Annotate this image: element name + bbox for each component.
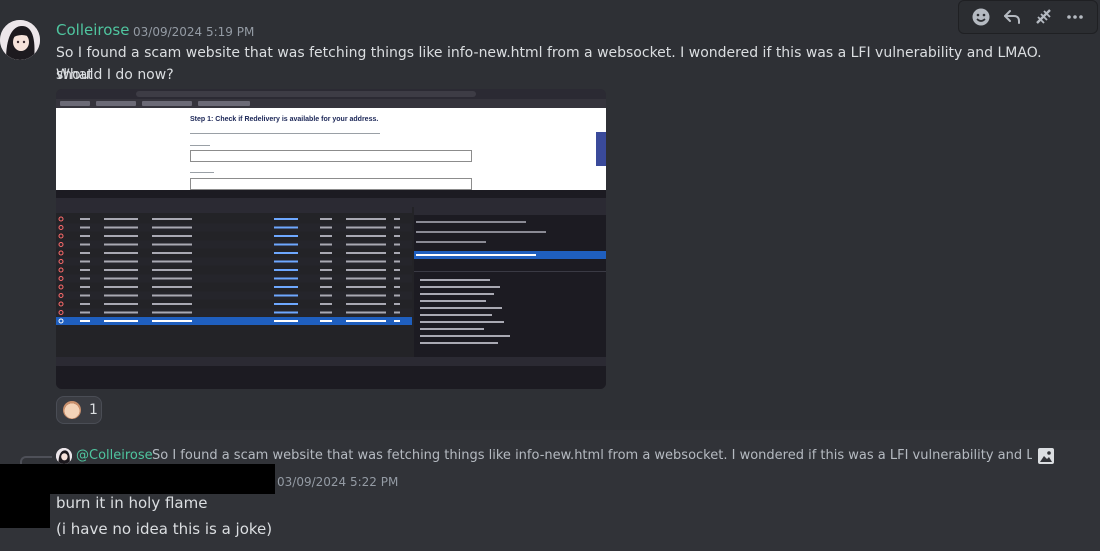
redacted-username bbox=[0, 464, 275, 494]
message-text-line-1: So I found a scam website that was fetch… bbox=[56, 45, 1042, 83]
bookmarks-bar bbox=[56, 99, 606, 108]
redacted-avatar bbox=[0, 494, 50, 528]
reply-preview[interactable]: So I found a scam website that was fetch… bbox=[152, 448, 1032, 463]
reaction-count: 1 bbox=[89, 402, 98, 418]
message-timestamp-2: 03/09/2024 5:22 PM bbox=[277, 475, 399, 489]
message-text-line-2: should I do now? bbox=[56, 67, 174, 83]
devtools-panel bbox=[56, 190, 606, 389]
page-heading: Step 1: Check if Redelivery is available… bbox=[190, 116, 379, 123]
add-reaction-icon[interactable] bbox=[967, 3, 995, 31]
message-2-line-1: burn it in holy flame bbox=[56, 494, 208, 512]
reply-connector bbox=[20, 456, 52, 464]
username[interactable]: Colleirose bbox=[56, 21, 129, 39]
reply-icon[interactable] bbox=[998, 3, 1026, 31]
website-page: Step 1: Check if Redelivery is available… bbox=[56, 108, 606, 190]
reaction-emoji-icon bbox=[63, 401, 81, 419]
message-toolbar bbox=[958, 0, 1098, 34]
message-2-line-2: (i have no idea this is a joke) bbox=[56, 520, 273, 538]
reply-avatar[interactable] bbox=[56, 448, 72, 464]
message-timestamp: 03/09/2024 5:19 PM bbox=[133, 25, 255, 39]
network-request-list bbox=[56, 207, 412, 357]
forward-icon[interactable] bbox=[1030, 3, 1058, 31]
websocket-messages-pane bbox=[414, 207, 606, 357]
more-icon[interactable] bbox=[1061, 3, 1089, 31]
reply-username[interactable]: @Colleirose bbox=[76, 448, 153, 463]
attachment-image[interactable]: Step 1: Check if Redelivery is available… bbox=[56, 89, 606, 389]
avatar[interactable] bbox=[0, 20, 40, 60]
browser-toolbar bbox=[56, 89, 606, 99]
feedback-tab bbox=[596, 132, 606, 166]
reaction-button[interactable]: 1 bbox=[56, 396, 102, 424]
message-1: Colleirose 03/09/2024 5:19 PM So I found… bbox=[0, 0, 1100, 430]
image-icon bbox=[1037, 447, 1055, 465]
